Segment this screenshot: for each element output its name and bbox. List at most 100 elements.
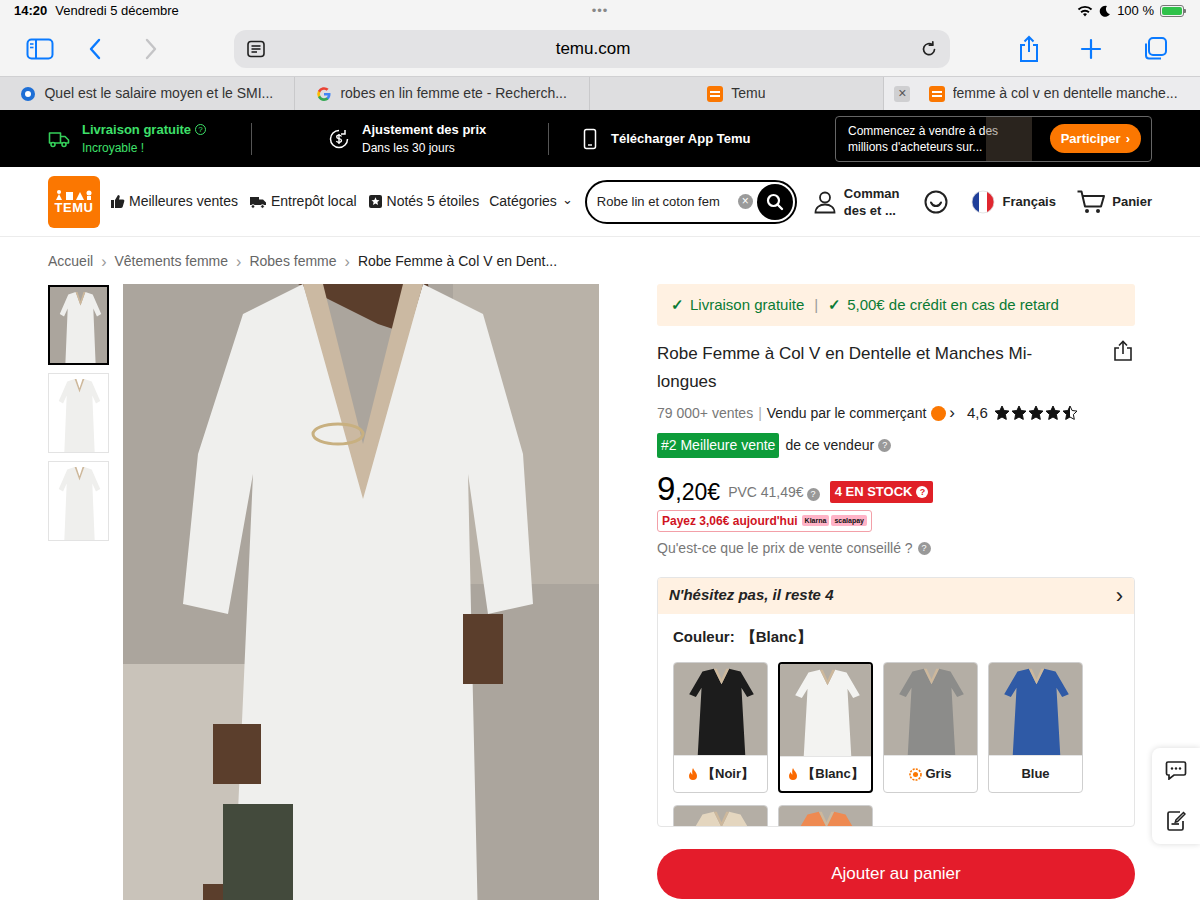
tab-title: robes en lin femme ete - Recherch... — [340, 83, 566, 104]
reload-icon[interactable] — [920, 40, 938, 58]
battery-icon — [1160, 5, 1186, 17]
orders-label: Comman — [844, 185, 900, 202]
nav-link[interactable]: Notés 5 étoiles — [368, 191, 480, 212]
chevron-right-icon[interactable]: › — [949, 406, 955, 420]
participate-button[interactable]: Participer› — [1050, 124, 1141, 154]
clear-search-button[interactable]: × — [738, 194, 753, 209]
product-area: ✓Livraison gratuite|✓5,00€ de crédit en … — [0, 284, 1200, 900]
categories-menu[interactable]: Catégories ⌄ — [489, 191, 573, 212]
color-swatch[interactable] — [673, 805, 768, 827]
participate-label: Participer — [1061, 129, 1121, 149]
gallery-thumbnail[interactable] — [48, 461, 109, 541]
browser-tab[interactable]: × femme à col v en dentelle manche... — [883, 77, 1200, 110]
product-photo[interactable] — [123, 284, 599, 900]
seller-promo[interactable]: Commencez à vendre à des millions d'ache… — [835, 116, 1152, 162]
payment-brand-badge: Klarna — [802, 515, 830, 526]
chevron-down-icon: ⌄ — [562, 195, 573, 209]
price-main: 9 — [657, 472, 675, 506]
close-tab-button[interactable]: × — [894, 86, 910, 102]
multitask-dots[interactable]: ••• — [592, 1, 609, 21]
gallery-thumbnail[interactable] — [48, 285, 109, 365]
help-icon[interactable]: ? — [195, 124, 206, 135]
breadcrumb-item[interactable]: Robes femme — [249, 251, 336, 272]
search-button[interactable] — [757, 184, 793, 220]
color-swatch[interactable]: Blue — [988, 662, 1083, 793]
nav-link[interactable]: Meilleures ventes — [110, 191, 238, 212]
support-chat-icon[interactable] — [923, 189, 949, 215]
help-icon[interactable]: ? — [878, 439, 891, 452]
rating-stars — [994, 405, 1078, 421]
urgency-bar[interactable]: N'hésitez pas, il reste 4 › — [658, 578, 1134, 614]
app-download-promo[interactable]: Télécharger App Temu — [583, 128, 788, 150]
search-box[interactable]: × — [585, 180, 797, 224]
color-swatch[interactable]: 【Noir】 — [673, 662, 768, 793]
seller-link[interactable]: Vendu par le commerçant — [767, 403, 927, 424]
chat-icon[interactable] — [1165, 760, 1187, 780]
logo-text: TEMU — [55, 201, 94, 215]
orders-label: des et ... — [844, 202, 900, 219]
flame-icon — [687, 767, 699, 781]
tabs-overview-icon[interactable] — [1142, 36, 1168, 62]
tab-title: Temu — [731, 83, 765, 104]
swatch-label: 【Blanc】 — [802, 764, 863, 784]
help-icon[interactable]: ? — [918, 542, 931, 555]
phone-icon — [583, 128, 597, 150]
color-swatch[interactable]: Gris — [883, 662, 978, 793]
price-rest: ,20€ — [675, 478, 720, 506]
search-input[interactable] — [597, 192, 734, 212]
star-icon — [994, 405, 1010, 421]
sidebar-icon[interactable] — [26, 38, 54, 60]
logo-figures-icon — [54, 189, 94, 201]
rrp-question[interactable]: Qu'est-ce que le prix de vente conseillé… — [657, 538, 1135, 559]
add-to-cart-button[interactable]: Ajouter au panier — [657, 849, 1135, 899]
promo-subtitle: Dans les 30 jours — [362, 139, 486, 157]
nav-link-label: Entrepôt local — [271, 191, 357, 212]
browser-tab[interactable]: Quel est le salaire moyen et le SMI... — [0, 77, 294, 110]
browser-tab[interactable]: Temu — [589, 77, 884, 110]
clock: 14:20 — [14, 1, 47, 21]
site-favicon-icon — [20, 86, 36, 102]
address-bar[interactable]: temu.com — [234, 30, 950, 68]
reader-icon[interactable] — [246, 40, 266, 58]
temu-logo[interactable]: TEMU — [48, 176, 100, 228]
browser-tab[interactable]: robes en lin femme ete - Recherch... — [294, 77, 589, 110]
breadcrumb-item[interactable]: Robe Femme à Col V en Dent... — [358, 251, 557, 272]
flame-icon — [787, 767, 799, 781]
rank-text: de ce vendeur — [785, 435, 874, 456]
promo-title: Livraison gratuite — [82, 121, 191, 139]
promo-title: Télécharger App Temu — [611, 129, 750, 149]
price-row: 9 ,20€ PVC 41,49€ ? 4 EN STOCK? — [657, 472, 1135, 506]
help-icon[interactable]: ? — [916, 486, 928, 498]
new-tab-icon[interactable] — [1080, 38, 1102, 60]
nav-link-label: Meilleures ventes — [129, 191, 238, 212]
breadcrumb-separator: › — [101, 255, 106, 269]
price-adjust-promo[interactable]: Ajustement des prix Dans les 30 jours — [328, 121, 548, 157]
language-selector[interactable]: Français — [971, 190, 1055, 214]
swatch-label-row: 【Blanc】 — [780, 756, 871, 791]
share-icon[interactable] — [1113, 340, 1133, 362]
price-adjust-icon — [328, 128, 350, 150]
nav-link[interactable]: Entrepôt local — [249, 191, 357, 212]
edit-icon[interactable] — [1166, 810, 1186, 832]
pay-later-banner[interactable]: Payez 3,06€ aujourd'hui Klarnascalapay — [657, 510, 872, 532]
breadcrumb-item[interactable]: Accueil — [48, 251, 93, 272]
gallery-thumbnail[interactable] — [48, 373, 109, 453]
side-toolbar — [1152, 748, 1200, 844]
seller-photo — [986, 117, 1032, 162]
help-icon[interactable]: ? — [807, 488, 820, 501]
share-icon[interactable] — [1018, 35, 1040, 63]
url-text[interactable]: temu.com — [266, 36, 920, 62]
back-icon[interactable] — [88, 38, 102, 60]
cart-link[interactable]: Panier — [1076, 189, 1152, 215]
date: Vendredi 5 décembre — [55, 1, 179, 21]
breadcrumb-item[interactable]: Vêtements femme — [114, 251, 228, 272]
color-swatch[interactable] — [778, 805, 873, 827]
color-swatch[interactable]: 【Blanc】 — [778, 662, 873, 793]
cart-icon — [1076, 189, 1106, 215]
perk-label: 5,00€ de crédit en cas de retard — [847, 294, 1059, 317]
moon-icon — [1099, 5, 1111, 17]
tab-title: femme à col v en dentelle manche... — [953, 83, 1178, 104]
orders-account[interactable]: Comman des et ... — [813, 185, 900, 219]
swatch-label: Gris — [925, 764, 951, 784]
free-shipping-promo[interactable]: Livraison gratuite? Incroyable ! — [48, 121, 243, 157]
